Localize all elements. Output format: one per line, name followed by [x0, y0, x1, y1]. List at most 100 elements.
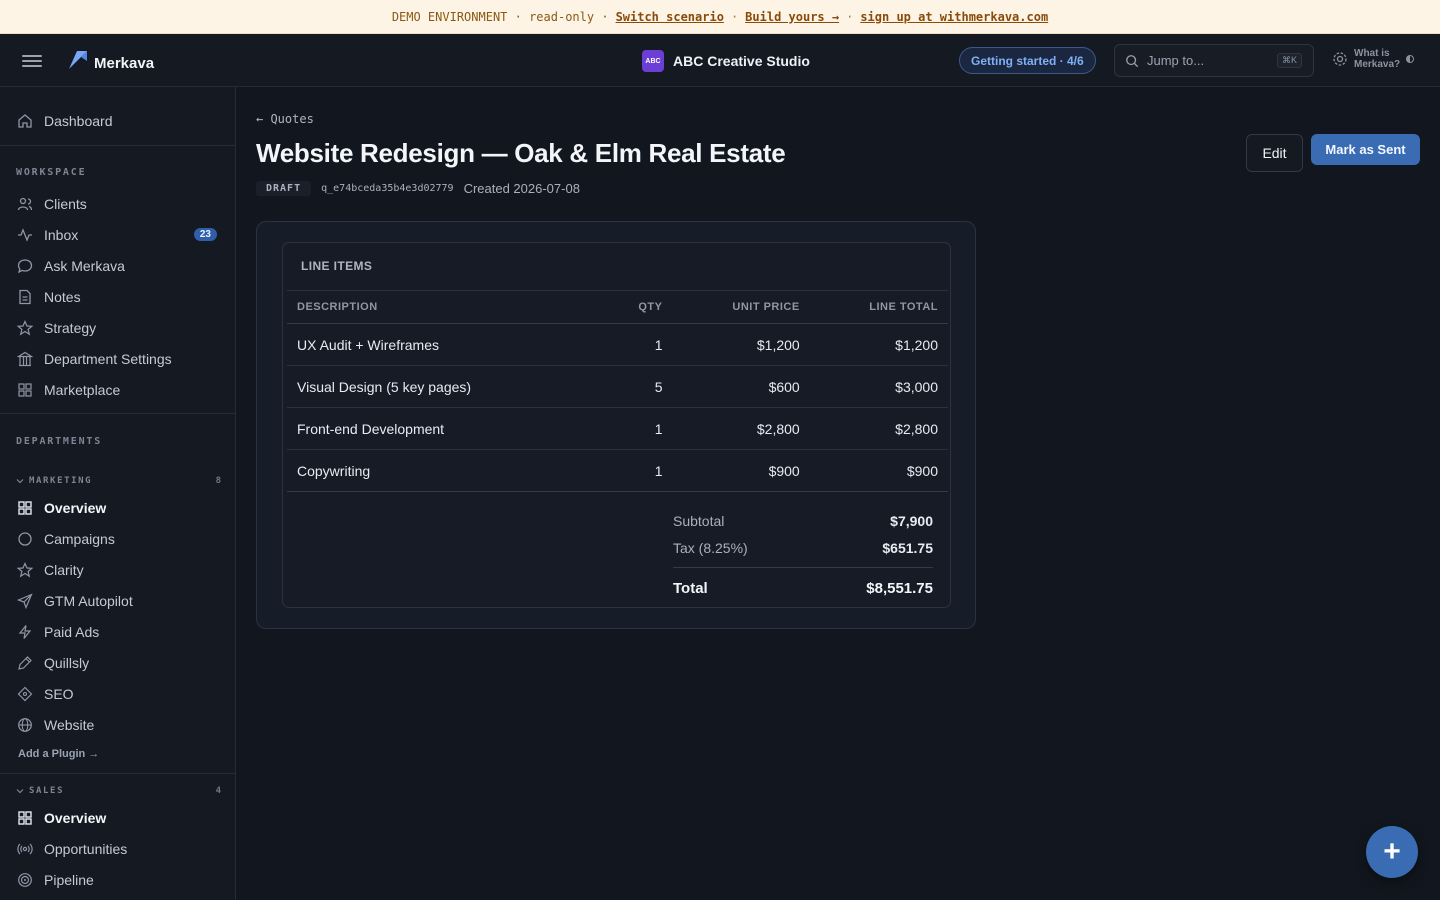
sidebar-item-label: Clients [44, 196, 87, 212]
sidebar-item-dashboard[interactable]: Dashboard [0, 106, 235, 136]
subtotal-label: Subtotal [673, 512, 725, 529]
sidebar-item-marketing-overview[interactable]: Overview [0, 493, 235, 523]
created-date: Created 2026-07-08 [463, 181, 580, 196]
sidebar-item-label: Overview [44, 500, 107, 516]
sidebar: Dashboard WORKSPACE Clients Inbox 23 Ask… [0, 87, 236, 900]
cell-description: Visual Design (5 key pages) [287, 365, 590, 408]
workspace-section-label: WORKSPACE [16, 167, 87, 178]
sidebar-item-label: Notes [44, 289, 81, 305]
menu-icon[interactable] [22, 52, 42, 68]
sidebar-item-label: Dashboard [44, 113, 113, 129]
sidebar-item-label: Inbox [44, 227, 79, 243]
target-icon [18, 873, 32, 887]
sidebar-item-inbox[interactable]: Inbox 23 [0, 220, 235, 250]
sales-group-label: SALES [29, 786, 65, 796]
sidebar-item-label: Website [44, 717, 95, 733]
shortcut-hint: ⌘K [1277, 53, 1303, 68]
sidebar-item-gtm-autopilot[interactable]: GTM Autopilot [0, 586, 235, 616]
jump-to-search[interactable]: ⌘K [1114, 44, 1314, 77]
back-to-quotes-link[interactable]: ← Quotes [256, 112, 314, 126]
inbox-count-badge: 23 [193, 228, 217, 241]
top-bar: Merkava ABC ABC Creative Studio Getting … [0, 34, 1440, 87]
banner-separator: · [730, 9, 739, 24]
cell-description: Front-end Development [287, 407, 590, 450]
sidebar-item-marketplace[interactable]: Marketplace [0, 375, 235, 405]
sidebar-item-ask-merkava[interactable]: Ask Merkava [0, 251, 235, 281]
sidebar-item-label: Campaigns [44, 531, 115, 547]
sidebar-item-website[interactable]: Website [0, 710, 235, 740]
diamond-icon [17, 686, 33, 702]
chat-icon [17, 259, 33, 274]
sidebar-item-quillsly[interactable]: Quillsly [0, 648, 235, 678]
sidebar-item-pipeline[interactable]: Pipeline [0, 865, 235, 895]
sidebar-item-clarity[interactable]: Clarity [0, 555, 235, 585]
cell-description: Copywriting [287, 449, 590, 492]
search-input[interactable] [1147, 53, 1269, 68]
page-title: Website Redesign — Oak & Elm Real Estate [256, 138, 786, 168]
sidebar-item-paid-ads[interactable]: Paid Ads [0, 617, 235, 647]
sidebar-item-campaigns[interactable]: Campaigns [0, 524, 235, 554]
sidebar-item-department-settings[interactable]: Department Settings [0, 344, 235, 374]
grid-icon [18, 383, 32, 397]
line-items-table: DESCRIPTION QTY UNIT PRICE LINE TOTAL UX… [287, 290, 948, 492]
sidebar-item-label: Strategy [44, 320, 97, 336]
activity-icon [18, 228, 32, 242]
table-row: UX Audit + Wireframes 1 $1,200 $1,200 [287, 323, 948, 366]
org-switcher[interactable]: ABC ABC Creative Studio [642, 50, 810, 72]
sidebar-divider [0, 145, 235, 146]
demo-banner: DEMO ENVIRONMENT · read-only · Switch sc… [0, 0, 1440, 34]
globe-icon [18, 718, 32, 732]
line-items-title: LINE ITEMS [301, 259, 373, 273]
sidebar-item-clients[interactable]: Clients [0, 189, 235, 219]
sidebar-divider [0, 773, 235, 774]
cell-unit-price: $600 [672, 365, 810, 408]
sidebar-item-seo[interactable]: SEO [0, 679, 235, 709]
add-plugin-link[interactable]: Add a Plugin → [18, 748, 99, 760]
tax-value: $651.75 [882, 539, 933, 556]
table-row: Visual Design (5 key pages) 5 $600 $3,00… [287, 365, 948, 408]
sidebar-item-label: GTM Autopilot [44, 593, 133, 609]
table-row: Front-end Development 1 $2,800 $2,800 [287, 407, 948, 450]
sidebar-item-label: Clarity [44, 562, 84, 578]
cell-line-total: $900 [809, 449, 948, 492]
what-is-merkava-button[interactable]: What is Merkava? [1332, 48, 1415, 70]
subtotal-value: $7,900 [890, 512, 933, 529]
total-label: Total [673, 580, 708, 597]
theme-toggle-icon[interactable] [1406, 55, 1415, 63]
line-items-panel: LINE ITEMS DESCRIPTION QTY UNIT PRICE LI… [282, 242, 951, 608]
totals-block: Subtotal $7,900 Tax (8.25%) $651.75 Tota… [673, 507, 933, 605]
build-yours-link[interactable]: Build yours → [745, 10, 839, 24]
whatis-line2: Merkava? [1354, 59, 1401, 70]
sidebar-item-strategy[interactable]: Strategy [0, 313, 235, 343]
sidebar-item-label: Ask Merkava [44, 258, 125, 274]
sidebar-item-sales-overview[interactable]: Overview [0, 803, 235, 833]
sales-group-count: 4 [215, 786, 221, 796]
sidebar-item-label: Quillsly [44, 655, 90, 671]
total-value: $8,551.75 [866, 580, 933, 597]
cell-unit-price: $1,200 [672, 323, 810, 366]
sales-group-toggle[interactable]: SALES 4 [16, 786, 221, 796]
sidebar-item-notes[interactable]: Notes [0, 282, 235, 312]
sidebar-item-opportunities[interactable]: Opportunities [0, 834, 235, 864]
signup-link[interactable]: sign up at withmerkava.com [860, 10, 1048, 24]
sidebar-divider [0, 413, 235, 414]
whatis-line1: What is [1354, 48, 1390, 59]
column-header-qty: QTY [589, 290, 673, 324]
sidebar-item-label: Overview [44, 810, 107, 826]
edit-button[interactable]: Edit [1246, 134, 1303, 172]
brand-logo[interactable]: Merkava [66, 46, 154, 74]
radio-icon [17, 843, 33, 855]
sidebar-item-label: Paid Ads [44, 624, 100, 640]
sidebar-item-label: Opportunities [44, 841, 128, 857]
chevron-down-icon [16, 479, 24, 484]
cell-qty: 1 [589, 449, 673, 492]
switch-scenario-link[interactable]: Switch scenario [616, 10, 724, 24]
marketing-group-label: MARKETING [29, 476, 93, 486]
add-fab-button[interactable]: + [1366, 826, 1418, 878]
marketing-group-toggle[interactable]: MARKETING 8 [16, 476, 221, 486]
brand-name: Merkava [94, 54, 155, 72]
mark-as-sent-button[interactable]: Mark as Sent [1311, 134, 1420, 165]
cell-unit-price: $900 [672, 449, 810, 492]
getting-started-button[interactable]: Getting started · 4/6 [959, 47, 1096, 74]
cell-qty: 1 [589, 407, 673, 450]
